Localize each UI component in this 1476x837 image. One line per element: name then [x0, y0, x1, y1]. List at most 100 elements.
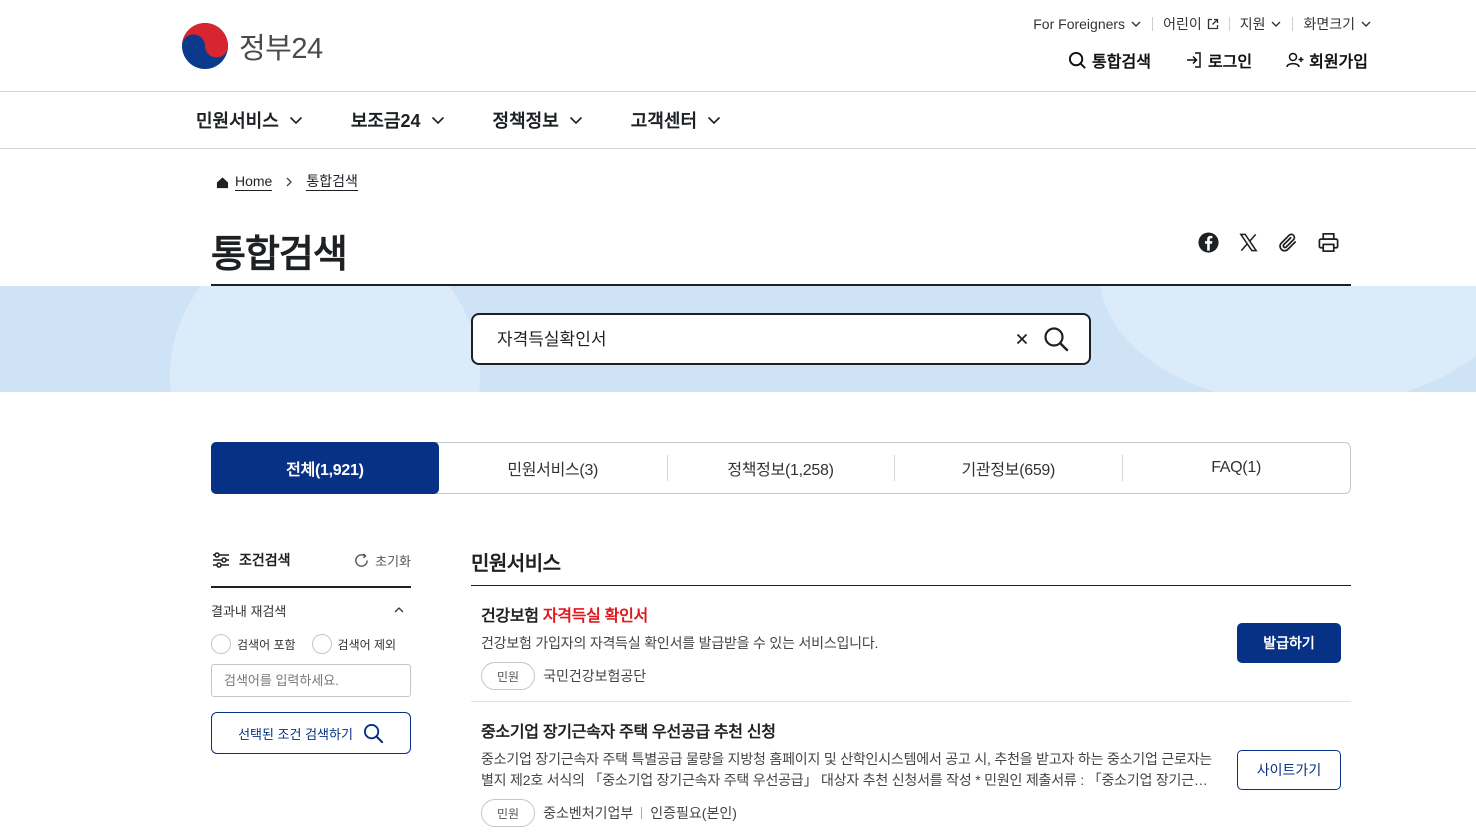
search-option-radios: 검색어 포함 검색어 제외 [211, 634, 411, 654]
sliders-icon [213, 552, 229, 568]
login-icon [1186, 52, 1201, 68]
result-title-link[interactable]: 중소기업 장기근속자 주택 우선공급 추천 신청 [481, 718, 1351, 742]
condition-filter: 조건검색 초기화 결과내 재검색 검색어 포함 검색어 제외 선택된 조건 검색… [211, 544, 411, 754]
filter-submit-button[interactable]: 선택된 조건 검색하기 [211, 712, 411, 754]
filter-submit-label: 선택된 조건 검색하기 [238, 726, 353, 742]
chevron-down-icon [569, 116, 582, 125]
category-badge: 민원 [481, 662, 536, 690]
re-search-label: 결과내 재검색 [211, 603, 287, 619]
breadcrumb-current-link[interactable]: 통합검색 [306, 173, 358, 191]
member-label: 회원가입 [1309, 54, 1368, 71]
external-link-icon [1207, 18, 1218, 30]
site-header: 정부24 For Foreigners 어린이 지원 화면크기 통합검색 로그인… [0, 0, 1476, 92]
tab-faq[interactable]: FAQ(1) [1122, 443, 1350, 493]
result-org: 국민건강보험공단 [543, 668, 647, 684]
go-site-button[interactable]: 사이트가기 [1237, 750, 1341, 790]
facebook-icon[interactable] [1197, 231, 1220, 254]
x-twitter-icon[interactable] [1237, 231, 1260, 254]
breadcrumb-home-link[interactable]: Home [235, 173, 273, 191]
filter-header: 조건검색 초기화 [211, 544, 411, 588]
login-button[interactable]: 로그인 [1185, 48, 1252, 72]
radio-label: 검색어 포함 [237, 637, 296, 652]
result-meta: 민원 중소벤처기업부 인증필요(본인) [481, 799, 1351, 827]
filter-title: 조건검색 [211, 550, 291, 570]
results-section: 민원서비스 건강보험 자격득실 확인서 건강보험 가입자의 자격득실 확인서를 … [471, 544, 1351, 837]
member-menu: 통합검색 로그인 회원가입 [1068, 48, 1368, 72]
search-band [0, 286, 1476, 392]
home-icon [216, 176, 229, 188]
result-item: 건강보험 자격득실 확인서 건강보험 가입자의 자격득실 확인서를 발급받을 수… [471, 586, 1351, 702]
issue-button[interactable]: 발급하기 [1237, 623, 1341, 663]
category-badge: 민원 [481, 799, 536, 827]
decoration-circle [170, 286, 480, 392]
gnb-item-policy[interactable]: 정책정보 [493, 107, 583, 133]
result-org: 중소벤처기업부 [543, 805, 634, 821]
chevron-down-icon [289, 116, 302, 125]
printer-icon[interactable] [1317, 231, 1340, 254]
search-box [471, 313, 1091, 365]
chevron-down-icon [431, 116, 444, 125]
search-icon [1068, 51, 1086, 69]
search-input[interactable] [497, 327, 997, 347]
clear-icon[interactable] [1013, 330, 1031, 348]
refresh-icon [355, 552, 368, 567]
chevron-right-icon [286, 177, 293, 187]
radio-exclude[interactable]: 검색어 제외 [311, 634, 396, 654]
util-label: 어린이 [1163, 16, 1202, 32]
gnb-label: 민원서비스 [196, 111, 279, 131]
divider [641, 807, 643, 819]
tab-all[interactable]: 전체(1,921) [211, 442, 439, 494]
filter-title-label: 조건검색 [239, 552, 291, 568]
radio-circle[interactable] [211, 634, 231, 654]
gnb-item-civil-service[interactable]: 민원서비스 [196, 107, 303, 133]
search-icon[interactable] [1043, 326, 1069, 352]
result-item: 중소기업 장기근속자 주택 우선공급 추천 신청 중소기업 장기근속자 주택 특… [471, 702, 1351, 837]
member-label: 로그인 [1207, 54, 1253, 71]
search-icon [363, 723, 384, 743]
page-title: 통합검색 [211, 234, 348, 276]
util-support[interactable]: 지원 [1230, 14, 1293, 34]
paperclip-icon[interactable] [1277, 231, 1300, 254]
filter-reset-button[interactable]: 초기화 [353, 551, 411, 570]
result-meta: 민원 국민건강보험공단 [481, 662, 1351, 690]
radio-circle[interactable] [311, 634, 332, 654]
result-auth: 인증필요(본인) [650, 805, 737, 821]
site-logo[interactable]: 정부24 [181, 22, 323, 70]
user-add-icon [1286, 52, 1304, 68]
result-tabs: 전체(1,921) 민원서비스(3) 정책정보(1,258) 기관정보(659)… [211, 442, 1351, 494]
utility-menu: For Foreigners 어린이 지원 화면크기 [1023, 14, 1372, 34]
result-title-text: 건강보험 [481, 608, 543, 625]
member-label: 통합검색 [1092, 54, 1151, 71]
util-label: 화면크기 [1303, 16, 1355, 32]
taegeuk-logo-icon [182, 23, 228, 69]
chevron-up-icon [394, 607, 404, 613]
breadcrumb: Home 통합검색 [216, 173, 358, 191]
filter-reset-label: 초기화 [375, 553, 411, 569]
tab-policy[interactable]: 정책정보(1,258) [666, 443, 895, 493]
results-section-title: 민원서비스 [471, 544, 1351, 586]
result-title-highlight: 자격득실 확인서 [542, 608, 648, 625]
header-search-button[interactable]: 통합검색 [1068, 48, 1151, 72]
tab-institution[interactable]: 기관정보(659) [894, 443, 1122, 493]
result-description: 건강보험 가입자의 자격득실 확인서를 발급받을 수 있는 서비스입니다. [481, 635, 879, 651]
gnb-label: 정책정보 [492, 111, 559, 131]
gnb-item-customer-center[interactable]: 고객센터 [631, 107, 721, 133]
gnb-label: 고객센터 [630, 111, 698, 131]
gnb-item-subsidy24[interactable]: 보조금24 [351, 107, 445, 133]
filter-keyword-input[interactable] [211, 664, 411, 697]
radio-include[interactable]: 검색어 포함 [211, 634, 296, 654]
chevron-down-icon [1271, 21, 1281, 27]
chevron-down-icon [707, 116, 721, 125]
global-nav: 민원서비스 보조금24 정책정보 고객센터 [0, 92, 1476, 149]
share-tools [1197, 231, 1340, 254]
result-description: 중소기업 장기근속자 주택 특별공급 물량을 지방청 홈페이지 및 산학인시스템… [481, 751, 1213, 788]
util-label: For Foreigners [1033, 16, 1126, 32]
util-screen-size[interactable]: 화면크기 [1293, 14, 1372, 34]
result-title-link[interactable]: 건강보험 자격득실 확인서 [481, 602, 1351, 626]
util-for-foreigners[interactable]: For Foreigners [1023, 16, 1152, 32]
util-kids[interactable]: 어린이 [1153, 14, 1229, 34]
util-label: 지원 [1239, 16, 1266, 32]
tab-civil-service[interactable]: 민원서비스(3) [439, 443, 667, 493]
signup-button[interactable]: 회원가입 [1286, 48, 1368, 72]
re-search-toggle[interactable]: 결과내 재검색 [211, 600, 411, 620]
